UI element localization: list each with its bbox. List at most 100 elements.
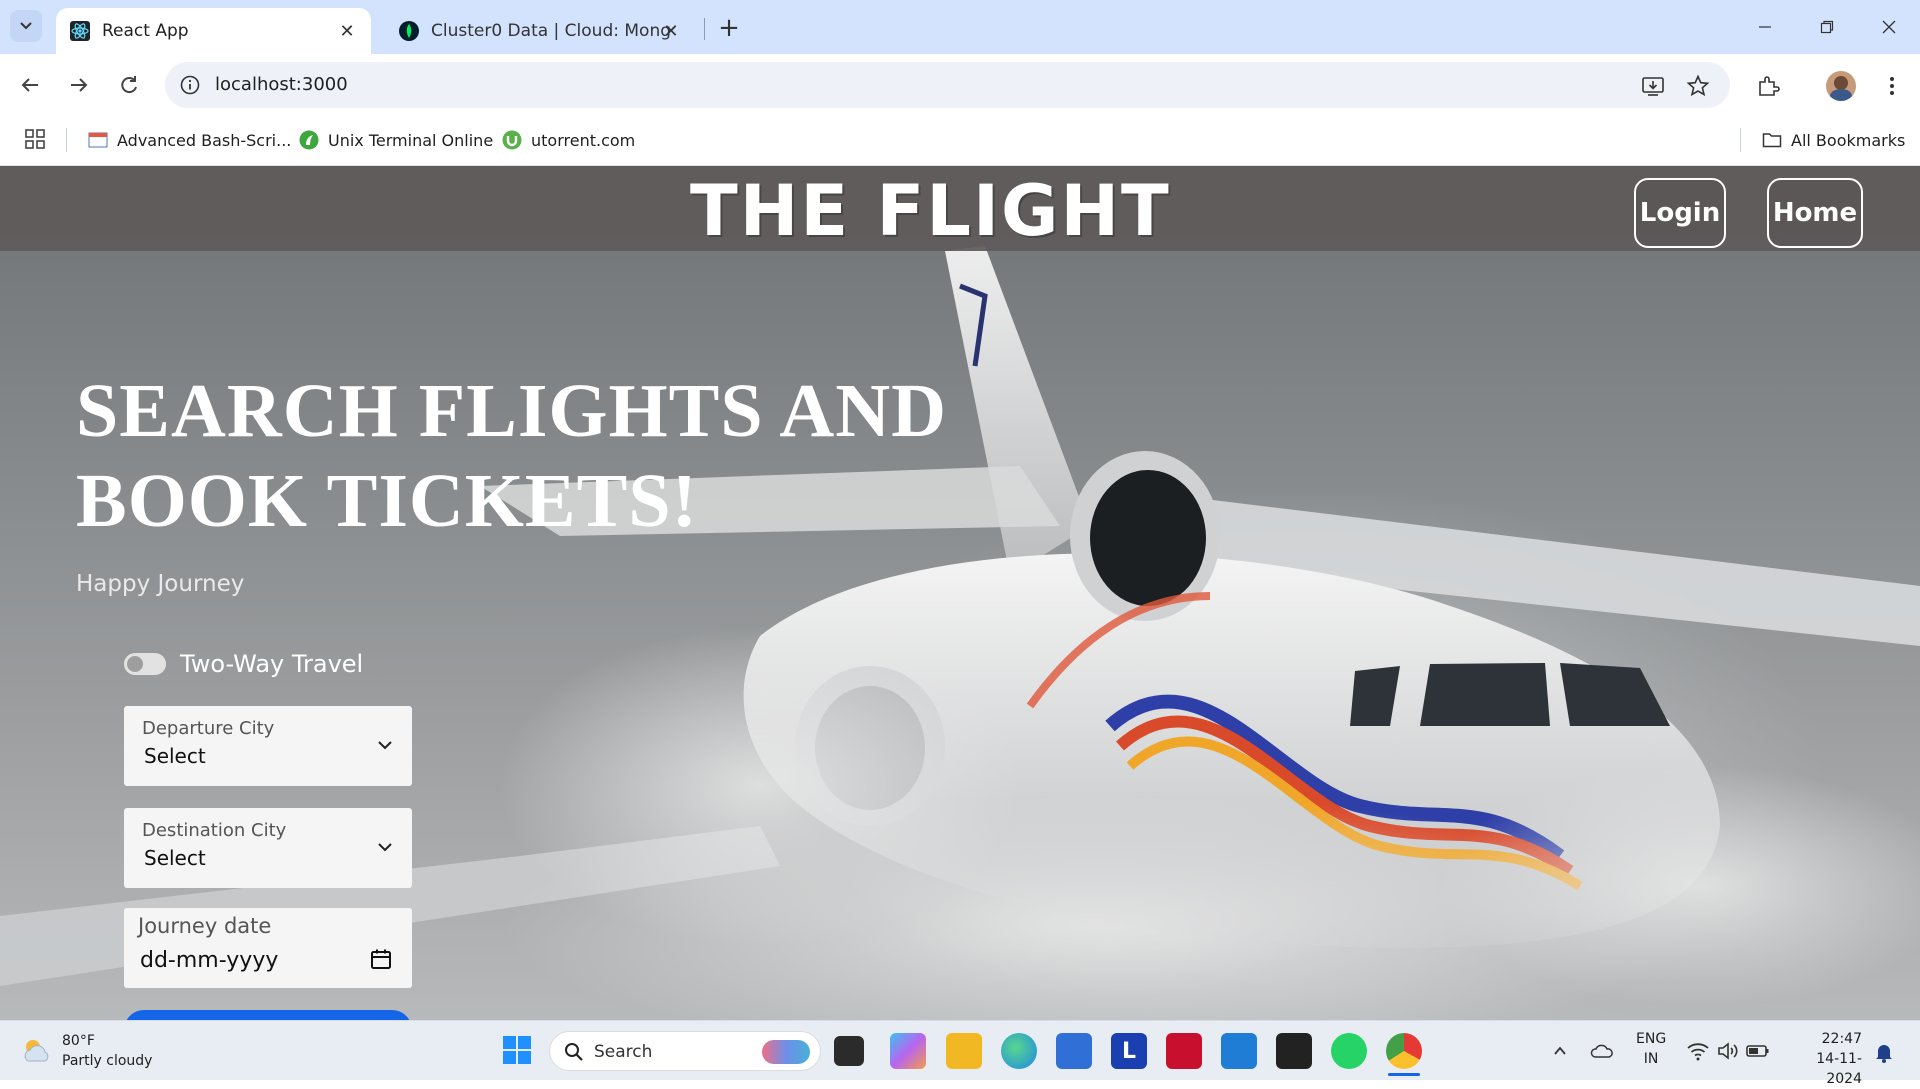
- address-bar[interactable]: localhost:3000: [165, 62, 1730, 108]
- weather-temperature: 80°F: [62, 1033, 95, 1049]
- chevron-down-icon: [378, 843, 392, 852]
- bookmark-label: Unix Terminal Online: [328, 130, 494, 150]
- windows-start-icon[interactable]: [502, 1035, 532, 1065]
- vscode-icon[interactable]: [1221, 1033, 1257, 1069]
- page-icon: [88, 132, 108, 148]
- bookmark-label: Advanced Bash-Scri...: [117, 130, 292, 150]
- system-clock[interactable]: 22:47 14-11-2024: [1786, 1029, 1862, 1089]
- departure-city-label: Departure City: [142, 718, 275, 739]
- more-menu-icon[interactable]: [1880, 74, 1904, 98]
- close-tab-icon[interactable]: ✕: [335, 19, 359, 43]
- mongodb-leaf-icon: [399, 21, 419, 41]
- whatsapp-icon[interactable]: [1331, 1033, 1367, 1069]
- destination-city-select[interactable]: Destination City Select: [124, 808, 412, 888]
- bookmark-label: utorrent.com: [531, 130, 636, 150]
- reload-button[interactable]: [112, 68, 146, 102]
- tab-search-button[interactable]: [10, 10, 42, 42]
- two-way-toggle-switch[interactable]: [124, 653, 166, 675]
- departure-city-value: Select: [144, 744, 206, 768]
- close-window-button[interactable]: [1864, 8, 1914, 46]
- folder-icon: [1762, 133, 1782, 148]
- extensions-icon[interactable]: [1756, 74, 1780, 98]
- close-icon: [1882, 20, 1896, 34]
- language-code: ENG: [1636, 1031, 1667, 1047]
- forward-button[interactable]: [62, 68, 96, 102]
- page-viewport: THE FLIGHT Login Home SEARCH FLIGHTS AND…: [0, 166, 1920, 1020]
- clock-time: 22:47: [1821, 1031, 1862, 1047]
- edge-browser-icon[interactable]: [1001, 1033, 1037, 1069]
- chrome-icon[interactable]: [1386, 1033, 1422, 1069]
- dropbox-icon[interactable]: [1276, 1033, 1312, 1069]
- home-button[interactable]: Home: [1767, 178, 1863, 248]
- task-view-icon[interactable]: [834, 1036, 864, 1066]
- all-bookmarks-label: All Bookmarks: [1791, 130, 1906, 150]
- active-app-indicator: [1388, 1073, 1420, 1076]
- battery-icon[interactable]: [1746, 1041, 1770, 1061]
- two-way-toggle-row: Two-Way Travel: [124, 650, 363, 678]
- file-explorer-icon[interactable]: [946, 1033, 982, 1069]
- windows-taskbar: 80°F Partly cloudy Search L ENG IN 22:47…: [0, 1020, 1920, 1087]
- all-bookmarks[interactable]: All Bookmarks: [1762, 126, 1905, 154]
- wifi-icon[interactable]: [1686, 1039, 1710, 1063]
- search-flights-button[interactable]: [124, 1010, 412, 1020]
- tab-title: Cluster0 Data | Cloud: MongoDB: [431, 21, 671, 41]
- bookmark-advanced-bash[interactable]: Advanced Bash-Scri...: [88, 126, 291, 154]
- url-text[interactable]: localhost:3000: [215, 74, 348, 95]
- install-app-icon[interactable]: [1641, 74, 1665, 98]
- chevron-up-icon[interactable]: [1552, 1043, 1568, 1059]
- bookmark-utorrent[interactable]: utorrent.com: [502, 126, 635, 154]
- departure-city-select[interactable]: Departure City Select: [124, 706, 412, 786]
- hero-title: SEARCH FLIGHTS AND BOOK TICKETS!: [76, 369, 948, 543]
- clock-date: 14-11-2024: [1816, 1051, 1862, 1087]
- tab-react-app[interactable]: React App ✕: [56, 8, 371, 54]
- bookmark-divider: [1740, 128, 1741, 152]
- chevron-down-icon: [20, 22, 32, 30]
- weather-widget[interactable]: 80°F Partly cloudy: [20, 1031, 152, 1071]
- profile-avatar[interactable]: [1826, 71, 1856, 101]
- hero-jet-image: [0, 246, 1920, 1020]
- journey-date-input[interactable]: dd-mm-yyyy: [140, 948, 278, 973]
- reload-icon: [121, 76, 137, 94]
- new-tab-button[interactable]: +: [714, 13, 744, 43]
- l-app-icon[interactable]: L: [1111, 1033, 1147, 1069]
- close-tab-icon[interactable]: ✕: [659, 19, 683, 43]
- back-button[interactable]: [13, 68, 47, 102]
- tab-strip: React App ✕ Cluster0 Data | Cloud: Mongo…: [0, 0, 1920, 54]
- tab-mongodb[interactable]: Cluster0 Data | Cloud: MongoDB ✕: [385, 8, 695, 54]
- microsoft-store-icon[interactable]: [1056, 1033, 1092, 1069]
- two-way-label: Two-Way Travel: [180, 650, 364, 678]
- destination-city-label: Destination City: [142, 820, 287, 841]
- bookmark-star-icon[interactable]: [1686, 74, 1710, 98]
- bookmark-unix-terminal[interactable]: Unix Terminal Online: [299, 126, 493, 154]
- onedrive-icon[interactable]: [1590, 1039, 1614, 1063]
- minimize-button[interactable]: [1740, 8, 1790, 46]
- calendar-icon[interactable]: [370, 948, 392, 970]
- journey-date-label: Journey date: [138, 914, 272, 938]
- restore-icon: [1820, 20, 1834, 34]
- restore-button[interactable]: [1802, 8, 1852, 46]
- destination-city-value: Select: [144, 846, 206, 870]
- journey-date-field[interactable]: Journey date dd-mm-yyyy: [124, 908, 412, 988]
- utorrent-icon: [502, 130, 522, 150]
- arrow-right-icon: [71, 78, 88, 92]
- mcafee-icon[interactable]: [1166, 1033, 1202, 1069]
- hero-subtitle: Happy Journey: [76, 571, 245, 597]
- taskbar-search[interactable]: Search: [549, 1031, 821, 1071]
- volume-icon[interactable]: [1716, 1039, 1740, 1063]
- apps-grid-icon[interactable]: [24, 128, 46, 150]
- chevron-down-icon: [378, 741, 392, 750]
- site-info-icon[interactable]: [179, 74, 201, 96]
- tab-divider: [704, 18, 705, 40]
- copilot-icon[interactable]: [890, 1033, 926, 1069]
- tab-title: React App: [102, 21, 189, 41]
- bookmarks-bar: Advanced Bash-Scri... Unix Terminal Onli…: [0, 114, 1920, 166]
- react-icon: [70, 21, 90, 41]
- partly-cloudy-icon: [24, 1040, 49, 1062]
- arrow-left-icon: [21, 78, 38, 92]
- search-icon: [565, 1043, 583, 1061]
- site-brand[interactable]: THE FLIGHT: [690, 170, 1171, 252]
- notification-bell-icon[interactable]: [1874, 1041, 1894, 1063]
- login-button[interactable]: Login: [1634, 178, 1726, 248]
- browser-toolbar: localhost:3000: [0, 54, 1920, 114]
- language-indicator[interactable]: ENG IN: [1636, 1029, 1666, 1069]
